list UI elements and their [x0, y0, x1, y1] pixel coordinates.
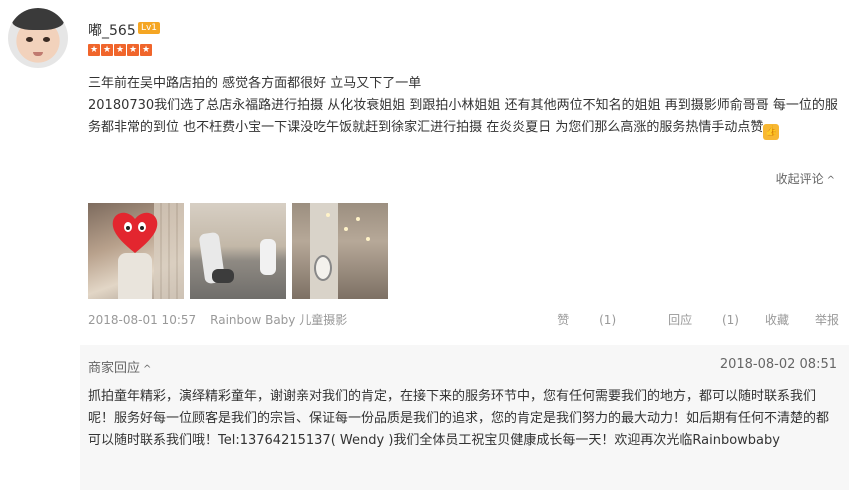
star-icon: ★ [140, 44, 152, 56]
star-icon: ★ [127, 44, 139, 56]
reply-count: (1) [721, 313, 739, 327]
merchant-reply-text: 抓拍童年精彩，演绎精彩童年，谢谢亲对我们的肯定，在接下来的服务环节中，您有任何需… [88, 389, 830, 448]
review-photo-2[interactable] [190, 203, 286, 299]
star-icon: ★ [101, 44, 113, 56]
collapse-review-label: 收起评论 [775, 172, 824, 186]
avatar-hair [12, 8, 64, 30]
photo-figure [212, 269, 234, 283]
username[interactable]: 嘟_565 [88, 20, 136, 40]
review-photo-3[interactable] [292, 203, 388, 299]
like-label: 赞 [557, 313, 570, 327]
review-line-2: 20180730我们选了总店永福路进行拍摄 从化妆衰姐姐 到跟拍小林姐姐 还有其… [88, 95, 840, 140]
chevron-up-icon: ^ [826, 175, 835, 186]
photo-figure [260, 239, 276, 275]
review-date: 2018-08-01 10:57 [88, 313, 197, 327]
photo-person [118, 253, 152, 299]
heart-sticker-icon [112, 212, 158, 253]
photo-light [356, 217, 360, 221]
merchant-reply-title: 商家回应 [88, 361, 141, 376]
favorite-button[interactable]: 收藏 [765, 311, 789, 328]
avatar[interactable] [8, 8, 68, 68]
thumbs-up-icon: 👍 [763, 124, 780, 140]
rating-stars: ★ ★ ★ ★ ★ [88, 44, 152, 56]
star-icon: ★ [88, 44, 100, 56]
review-actions: 赞 (1) 回应 (1) 收藏 举报 [505, 311, 839, 328]
review-line-1: 三年前在吴中路店拍的 感觉各方面都很好 立马又下了一单 [88, 76, 422, 91]
reply-label: 回应 [668, 313, 693, 327]
collapse-review-button[interactable]: 收起评论 ^ [776, 170, 835, 187]
avatar-mouth [33, 52, 43, 56]
shop-name[interactable]: Rainbow Baby 儿童摄影 [210, 313, 347, 327]
avatar-eye [43, 37, 50, 42]
merchant-reply-time: 2018-08-02 08:51 [719, 357, 837, 372]
avatar-eye [26, 37, 33, 42]
photo-light [344, 227, 348, 231]
report-button[interactable]: 举报 [815, 311, 839, 328]
merchant-reply-toggle[interactable]: 商家回应 ^ [88, 357, 151, 376]
star-icon: ★ [114, 44, 126, 56]
chevron-up-icon: ^ [143, 364, 152, 375]
review-photo-1[interactable] [88, 203, 184, 299]
photo-pillar [310, 203, 338, 299]
like-button[interactable]: 赞 (1) [531, 311, 616, 328]
reply-button[interactable]: 回应 (1) [642, 311, 739, 328]
review-line-2-text: 20180730我们选了总店永福路进行拍摄 从化妆衰姐姐 到跟拍小林姐姐 还有其… [88, 98, 838, 135]
photo-window [314, 255, 332, 281]
review-body: 三年前在吴中路店拍的 感觉各方面都很好 立马又下了一单 20180730我们选了… [88, 73, 840, 140]
level-badge: Lv1 [138, 22, 160, 34]
photo-light [326, 213, 330, 217]
review-meta: 2018-08-01 10:57 Rainbow Baby 儿童摄影 [88, 311, 347, 328]
photo-light [366, 237, 370, 241]
like-count: (1) [599, 313, 617, 327]
